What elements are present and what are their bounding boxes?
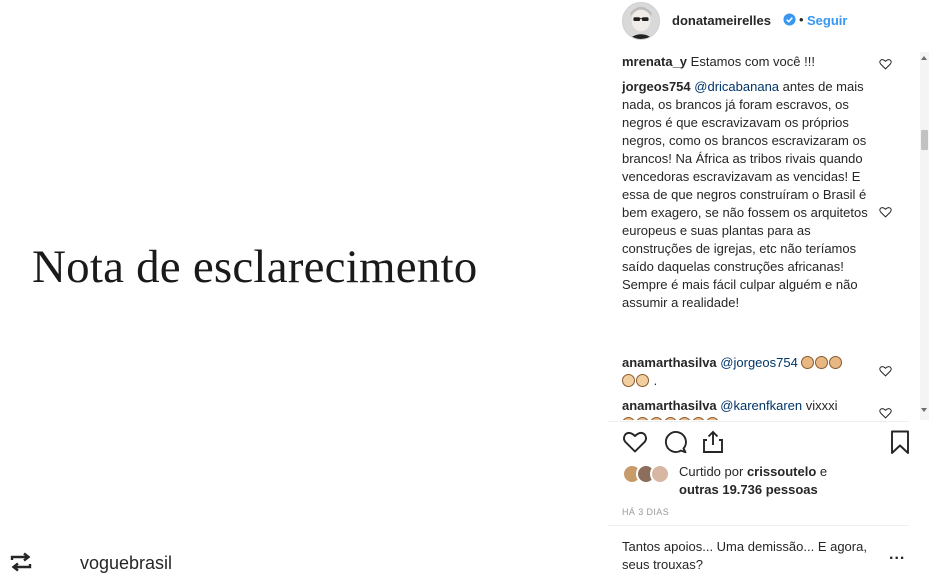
likes-section: Curtido por crissoutelo e outras 19.736 …	[622, 462, 922, 498]
comments-list[interactable]: mrenata_y Estamos com você !!! jorgeos75…	[608, 52, 921, 420]
author-username[interactable]: donatameirelles	[672, 13, 771, 28]
comment-bubble-icon[interactable]	[662, 429, 688, 455]
comment-username[interactable]: anamarthasilva	[622, 398, 717, 413]
comment-text: vixxxi	[805, 398, 838, 413]
action-bar	[608, 426, 929, 458]
comment-item: jorgeos754 @dricabanana antes de mais na…	[622, 78, 868, 312]
share-icon[interactable]	[700, 429, 726, 455]
comment-item: mrenata_y Estamos com você !!!	[622, 53, 868, 71]
repost-username[interactable]: voguebrasil	[80, 553, 172, 574]
post-sidebar: donatameirelles • Seguir mrenata_y Estam…	[608, 0, 929, 579]
small-heart-icon[interactable]	[879, 206, 892, 218]
repost-attribution: voguebrasil	[0, 546, 608, 579]
follow-button[interactable]: Seguir	[807, 13, 847, 28]
comment-item: anamarthasilva @karenfkaren vixxxi	[622, 397, 868, 420]
likers-avatars[interactable]	[622, 464, 674, 484]
post-timestamp[interactable]: HÁ 3 DIAS	[622, 507, 669, 517]
post-header: donatameirelles • Seguir	[608, 0, 929, 44]
emoji-row	[622, 416, 720, 420]
comment-mention[interactable]: @karenfkaren	[720, 398, 802, 413]
comment-text: Estamos com você !!!	[690, 54, 815, 69]
likes-count-link[interactable]: outras 19.736 pessoas	[679, 482, 818, 497]
bookmark-icon[interactable]	[887, 429, 913, 455]
post-media[interactable]: Nota de esclarecimento voguebrasil	[0, 0, 608, 579]
comment-text: .	[653, 373, 658, 388]
scroll-down-arrow-icon[interactable]	[921, 408, 927, 412]
likes-prefix: Curtido por	[679, 464, 744, 479]
more-options-button[interactable]: ...	[889, 546, 905, 564]
comment-text: antes de mais nada, os brancos já foram …	[622, 79, 868, 310]
clapping-hands-emoji	[801, 355, 843, 370]
heart-outline-icon[interactable]	[622, 429, 648, 455]
small-heart-icon[interactable]	[879, 407, 892, 419]
likes-summary: Curtido por crissoutelo e outras 19.736 …	[679, 463, 919, 499]
small-heart-icon[interactable]	[879, 365, 892, 377]
add-comment-text[interactable]: Tantos apoios... Uma demissão... E agora…	[622, 538, 884, 574]
comment-username[interactable]: jorgeos754	[622, 79, 691, 94]
header-separator: •	[799, 12, 804, 27]
verified-badge-icon	[783, 13, 796, 26]
comment-username[interactable]: mrenata_y	[622, 54, 687, 69]
comment-item: anamarthasilva @jorgeos754 .	[622, 354, 868, 390]
divider	[608, 525, 909, 526]
likes-conj: e	[819, 464, 828, 479]
small-heart-icon[interactable]	[879, 58, 892, 70]
comments-scrollbar[interactable]	[920, 52, 929, 420]
comment-mention[interactable]: @jorgeos754	[720, 355, 798, 370]
author-avatar[interactable]	[622, 2, 660, 40]
avatar	[650, 464, 670, 484]
clapping-hands-emoji	[622, 373, 650, 388]
comment-mention[interactable]: @dricabanana	[694, 79, 779, 94]
scroll-thumb[interactable]	[921, 130, 928, 150]
media-title-text: Nota de esclarecimento	[32, 241, 478, 293]
scroll-up-arrow-icon[interactable]	[921, 56, 927, 60]
repost-icon	[10, 552, 32, 572]
comment-username[interactable]: anamarthasilva	[622, 355, 717, 370]
liker-username[interactable]: crissoutelo	[747, 464, 816, 479]
divider	[608, 421, 909, 422]
